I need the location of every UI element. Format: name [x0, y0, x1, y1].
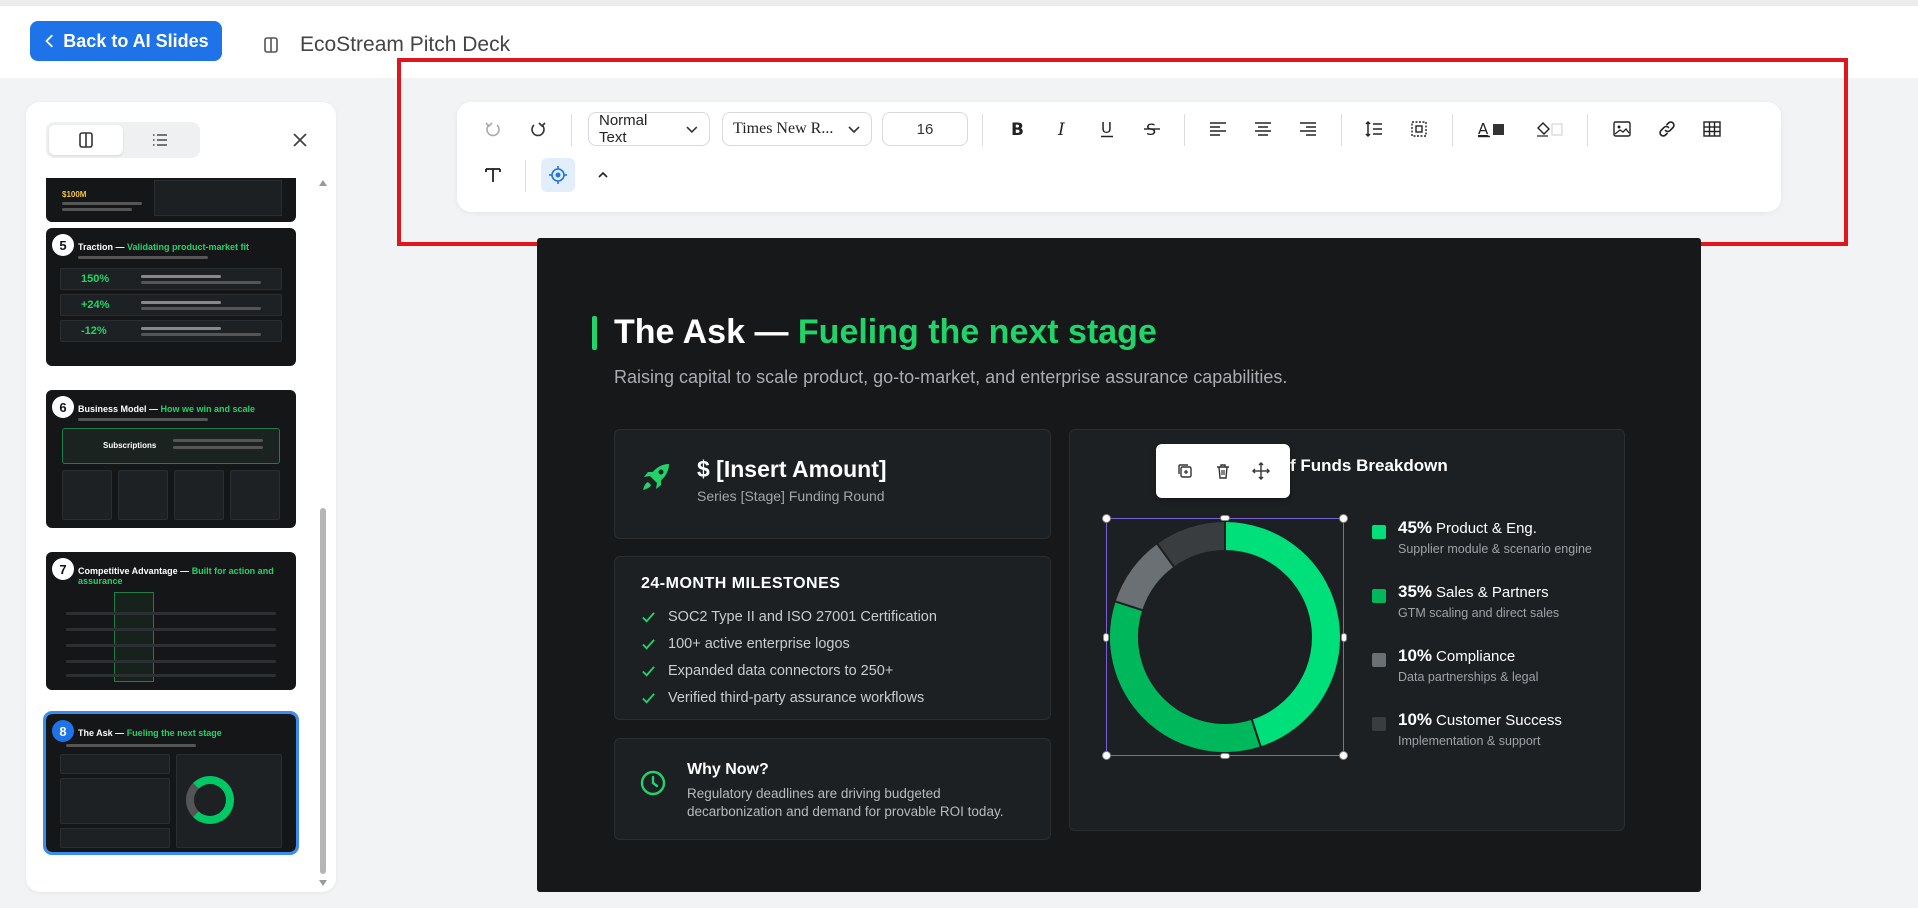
thumb-stat: $100M [62, 190, 87, 199]
thumbnail-view-button[interactable] [49, 125, 123, 155]
why-now-text: Regulatory deadlines are driving budgete… [687, 786, 1004, 819]
resize-handle[interactable] [1102, 514, 1111, 523]
resize-handle[interactable] [1341, 633, 1347, 642]
close-sidebar-button[interactable] [288, 128, 312, 152]
check-icon [642, 611, 655, 623]
why-now-title: Why Now? [687, 761, 769, 778]
legend-description: Supplier module & scenario engine [1398, 542, 1592, 556]
legend-label: Product & Eng. [1436, 520, 1537, 537]
check-icon [642, 638, 655, 650]
slide-number: 6 [52, 396, 74, 418]
why-now-card[interactable]: Why Now? Regulatory deadlines are drivin… [614, 738, 1051, 840]
legend-swatch [1372, 589, 1386, 603]
milestones-card[interactable]: 24-MONTH MILESTONES SOC2 Type II and ISO… [614, 556, 1051, 720]
slide-number: 8 [52, 720, 74, 742]
milestone-item: Expanded data connectors to 250+ [641, 663, 893, 679]
outline-view-button[interactable] [123, 125, 197, 155]
back-to-ai-slides-button[interactable]: Back to AI Slides [30, 21, 222, 61]
legend-label: Sales & Partners [1436, 584, 1549, 601]
slide-title[interactable]: The Ask — Fueling the next stage [614, 313, 1157, 352]
thumb-title: Competitive Advantage — Built for action… [78, 566, 274, 586]
check-icon [642, 692, 655, 704]
slide-sidebar: $100M 5 Traction — Validating product-ma… [26, 102, 336, 892]
move-icon[interactable] [1252, 462, 1270, 480]
resize-handle[interactable] [1103, 633, 1109, 642]
back-button-label: Back to AI Slides [63, 30, 209, 51]
amount-subtitle: Series [Stage] Funding Round [697, 488, 885, 504]
legend-label: Compliance [1436, 648, 1516, 665]
scroll-down-icon[interactable] [318, 878, 328, 888]
document-title[interactable]: EcoStream Pitch Deck [300, 33, 510, 57]
slide-canvas[interactable]: The Ask — Fueling the next stage Raising… [537, 238, 1701, 892]
slide-subtitle[interactable]: Raising capital to scale product, go-to-… [614, 366, 1294, 388]
slide-thumbnail-7[interactable]: 7 Competitive Advantage — Built for acti… [46, 552, 296, 690]
thumb-title: Traction — Validating product-market fit [78, 242, 250, 252]
sidebar-scrollbar[interactable] [316, 178, 330, 886]
resize-handle[interactable] [1339, 514, 1348, 523]
title-accent-bar [592, 316, 597, 350]
check-icon [642, 665, 655, 677]
milestones-title: 24-MONTH MILESTONES [641, 575, 841, 592]
milestone-item: 100+ active enterprise logos [641, 636, 850, 652]
legend-label: Customer Success [1436, 712, 1562, 729]
view-toggle [46, 122, 200, 158]
list-icon [153, 134, 167, 146]
selection-box [1102, 514, 1348, 760]
slide-thumbnail-6[interactable]: 6 Business Model — How we win and scale … [46, 390, 296, 528]
legend-percent: 10% Customer Success [1398, 710, 1562, 729]
legend-percent: 45% Product & Eng. [1398, 518, 1537, 537]
legend-description: Implementation & support [1398, 734, 1541, 748]
legend-percent: 10% Compliance [1398, 646, 1516, 665]
trash-icon[interactable] [1214, 462, 1232, 480]
duplicate-icon[interactable] [1176, 462, 1194, 480]
slide-thumbnail-5[interactable]: 5 Traction — Validating product-market f… [46, 228, 296, 366]
slide-number: 5 [52, 234, 74, 256]
scroll-thumb[interactable] [320, 508, 326, 874]
slide-number: 7 [52, 558, 74, 580]
resize-handle[interactable] [1339, 751, 1348, 760]
milestone-item: Verified third-party assurance workflows [641, 690, 924, 706]
amount-card[interactable]: $ [Insert Amount] Series [Stage] Funding… [614, 429, 1051, 539]
slides-icon [264, 37, 278, 53]
funds-breakdown-card[interactable]: f Funds Breakdown 45% Product & Eng. Suppl… [1069, 429, 1625, 831]
chevron-left-icon [45, 34, 54, 48]
resize-handle[interactable] [1220, 753, 1230, 759]
rocket-icon [643, 464, 669, 490]
amount-title: $ [Insert Amount] [697, 456, 887, 482]
legend-swatch [1372, 717, 1386, 731]
clock-icon [640, 770, 666, 796]
slide-thumbnail-8[interactable]: 8 The Ask — Fueling the next stage [43, 711, 299, 855]
resize-handle[interactable] [1102, 751, 1111, 760]
toolbar-highlight-box [397, 58, 1848, 246]
element-action-toolbar [1156, 444, 1290, 498]
milestone-item: SOC2 Type II and ISO 27001 Certification [641, 609, 937, 625]
thumb-title: The Ask — Fueling the next stage [78, 728, 222, 738]
thumbnail-list: $100M 5 Traction — Validating product-ma… [26, 178, 326, 892]
legend-swatch [1372, 525, 1386, 539]
legend-percent: 35% Sales & Partners [1398, 582, 1549, 601]
thumb-title: Business Model — How we win and scale [78, 404, 256, 414]
close-icon [293, 133, 307, 147]
legend-description: Data partnerships & legal [1398, 670, 1539, 684]
scroll-up-icon[interactable] [318, 178, 328, 188]
slides-icon [79, 132, 93, 148]
funds-title: f Funds Breakdown [1290, 456, 1448, 475]
resize-handle[interactable] [1220, 515, 1230, 521]
legend-swatch [1372, 653, 1386, 667]
slide-thumbnail-4[interactable]: $100M [46, 178, 296, 222]
legend-description: GTM scaling and direct sales [1398, 606, 1560, 620]
